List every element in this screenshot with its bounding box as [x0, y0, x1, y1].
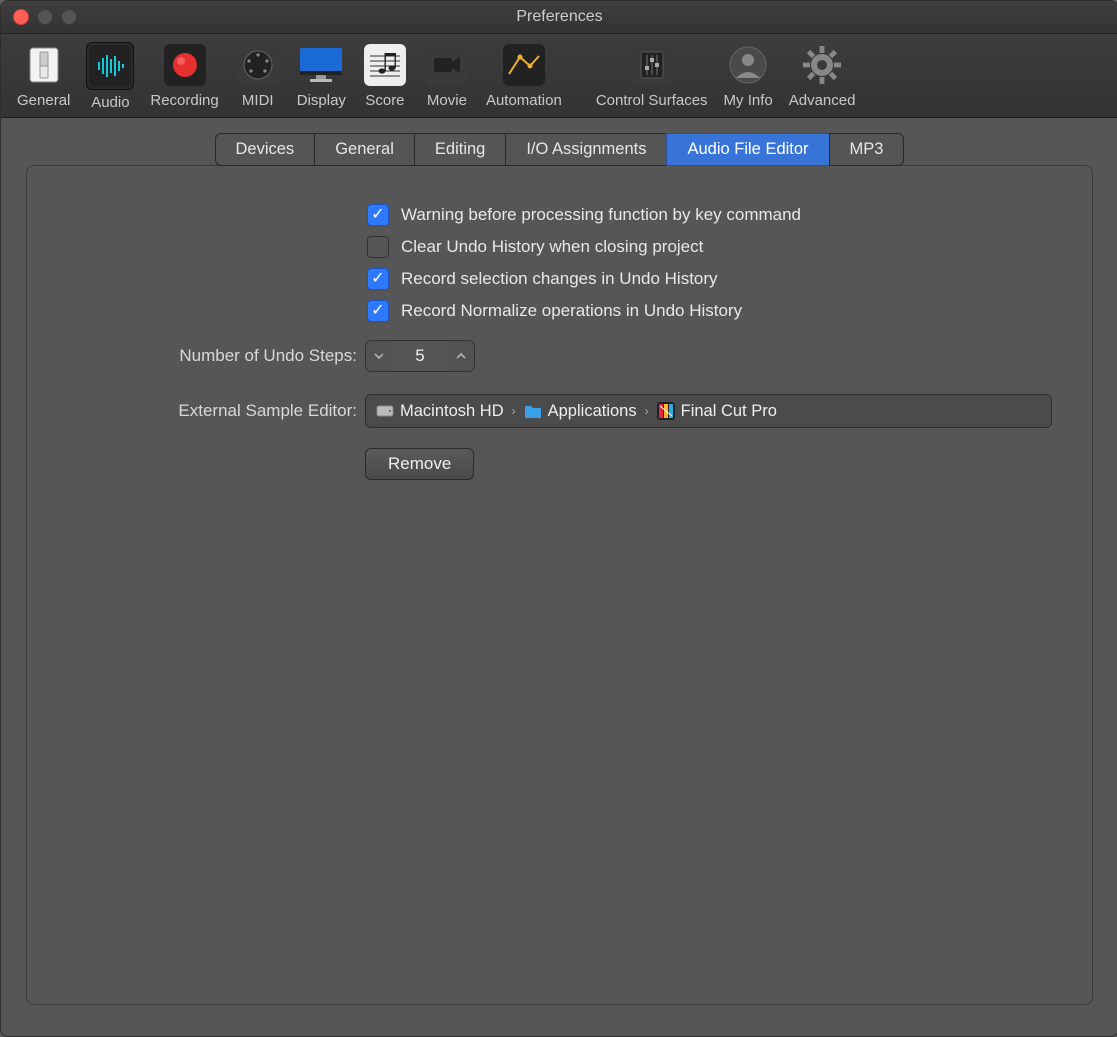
toolbar-item-audio[interactable]: Audio	[80, 40, 140, 113]
preferences-toolbar: General Audio Recording MIDI Display	[1, 34, 1117, 118]
preferences-body: Devices General Editing I/O Assignments …	[1, 118, 1117, 1020]
stepper-increment[interactable]	[448, 341, 474, 371]
checkmark-icon: ✓	[371, 271, 384, 287]
checkbox-record-normalize[interactable]: ✓	[367, 300, 389, 322]
path-segment-label: Final Cut Pro	[681, 402, 777, 421]
zoom-window-button[interactable]	[61, 9, 77, 25]
toolbar-label: Display	[297, 92, 346, 109]
toolbar-label: Recording	[150, 92, 218, 109]
chevron-right-icon: ›	[645, 404, 649, 418]
remove-button[interactable]: Remove	[365, 448, 474, 480]
checkbox-clear-undo[interactable]	[367, 236, 389, 258]
toolbar-label: Automation	[486, 92, 562, 109]
close-window-button[interactable]	[13, 9, 29, 25]
audio-waveform-icon	[86, 42, 134, 90]
tab-io-assignments[interactable]: I/O Assignments	[505, 133, 666, 166]
display-icon	[298, 42, 344, 88]
window-controls	[13, 9, 77, 25]
toolbar-item-advanced[interactable]: Advanced	[783, 40, 862, 113]
recording-icon	[162, 42, 208, 88]
chevron-down-icon	[374, 353, 384, 359]
toolbar-label: Audio	[91, 94, 129, 111]
external-editor-label: External Sample Editor:	[67, 401, 365, 421]
path-segment-app: Final Cut Pro	[657, 402, 777, 421]
tab-general[interactable]: General	[314, 133, 414, 166]
toolbar-item-midi[interactable]: MIDI	[229, 40, 287, 113]
external-editor-path[interactable]: Macintosh HD › Applications › Final Cut …	[365, 394, 1052, 428]
advanced-gear-icon	[799, 42, 845, 88]
checkbox-group: ✓ Warning before processing function by …	[367, 204, 1052, 322]
audio-subtab-bar: Devices General Editing I/O Assignments …	[26, 133, 1093, 166]
toolbar-item-score[interactable]: Score	[356, 40, 414, 113]
titlebar: Preferences	[1, 1, 1117, 34]
toolbar-label: My Info	[724, 92, 773, 109]
my-info-icon	[725, 42, 771, 88]
movie-icon	[424, 42, 470, 88]
toolbar-item-movie[interactable]: Movie	[418, 40, 476, 113]
stepper-decrement[interactable]	[366, 341, 392, 371]
undo-steps-value: 5	[392, 346, 448, 366]
automation-icon	[501, 42, 547, 88]
checkmark-icon: ✓	[371, 303, 384, 319]
tab-mp3[interactable]: MP3	[829, 133, 905, 166]
tab-devices[interactable]: Devices	[215, 133, 315, 166]
toolbar-label: Advanced	[789, 92, 856, 109]
midi-icon	[235, 42, 281, 88]
chevron-right-icon: ›	[512, 404, 516, 418]
toolbar-item-my-info[interactable]: My Info	[718, 40, 779, 113]
tab-audio-file-editor[interactable]: Audio File Editor	[666, 133, 828, 166]
window-title: Preferences	[516, 8, 602, 26]
path-segment-label: Applications	[548, 402, 637, 421]
toolbar-label: General	[17, 92, 70, 109]
checkbox-warn-processing[interactable]: ✓	[367, 204, 389, 226]
undo-steps-label: Number of Undo Steps:	[67, 346, 365, 366]
toolbar-item-recording[interactable]: Recording	[144, 40, 224, 113]
checkmark-icon: ✓	[371, 207, 384, 223]
toolbar-label: MIDI	[242, 92, 274, 109]
checkbox-label: Warning before processing function by ke…	[401, 205, 801, 225]
folder-icon	[524, 403, 542, 419]
toolbar-item-general[interactable]: General	[11, 40, 76, 113]
minimize-window-button[interactable]	[37, 9, 53, 25]
path-segment-label: Macintosh HD	[400, 402, 504, 421]
general-switch-icon	[21, 42, 67, 88]
audio-file-editor-panel: ✓ Warning before processing function by …	[26, 165, 1093, 1005]
toolbar-label: Score	[365, 92, 404, 109]
toolbar-item-control-surfaces[interactable]: Control Surfaces	[590, 40, 714, 113]
path-segment-hdd: Macintosh HD	[376, 402, 504, 421]
tab-editing[interactable]: Editing	[414, 133, 505, 166]
checkbox-label: Clear Undo History when closing project	[401, 237, 703, 257]
hdd-icon	[376, 402, 394, 420]
preferences-window: Preferences General Audio Recording	[0, 0, 1117, 1037]
checkbox-record-selection[interactable]: ✓	[367, 268, 389, 290]
path-segment-folder: Applications	[524, 402, 637, 421]
undo-steps-stepper[interactable]: 5	[365, 340, 475, 372]
checkbox-label: Record Normalize operations in Undo Hist…	[401, 301, 742, 321]
control-surfaces-icon	[629, 42, 675, 88]
toolbar-label: Control Surfaces	[596, 92, 708, 109]
final-cut-pro-icon	[657, 402, 675, 420]
toolbar-item-display[interactable]: Display	[291, 40, 352, 113]
toolbar-item-automation[interactable]: Automation	[480, 40, 568, 113]
score-icon	[362, 42, 408, 88]
checkbox-label: Record selection changes in Undo History	[401, 269, 718, 289]
toolbar-label: Movie	[427, 92, 467, 109]
chevron-up-icon	[456, 353, 466, 359]
